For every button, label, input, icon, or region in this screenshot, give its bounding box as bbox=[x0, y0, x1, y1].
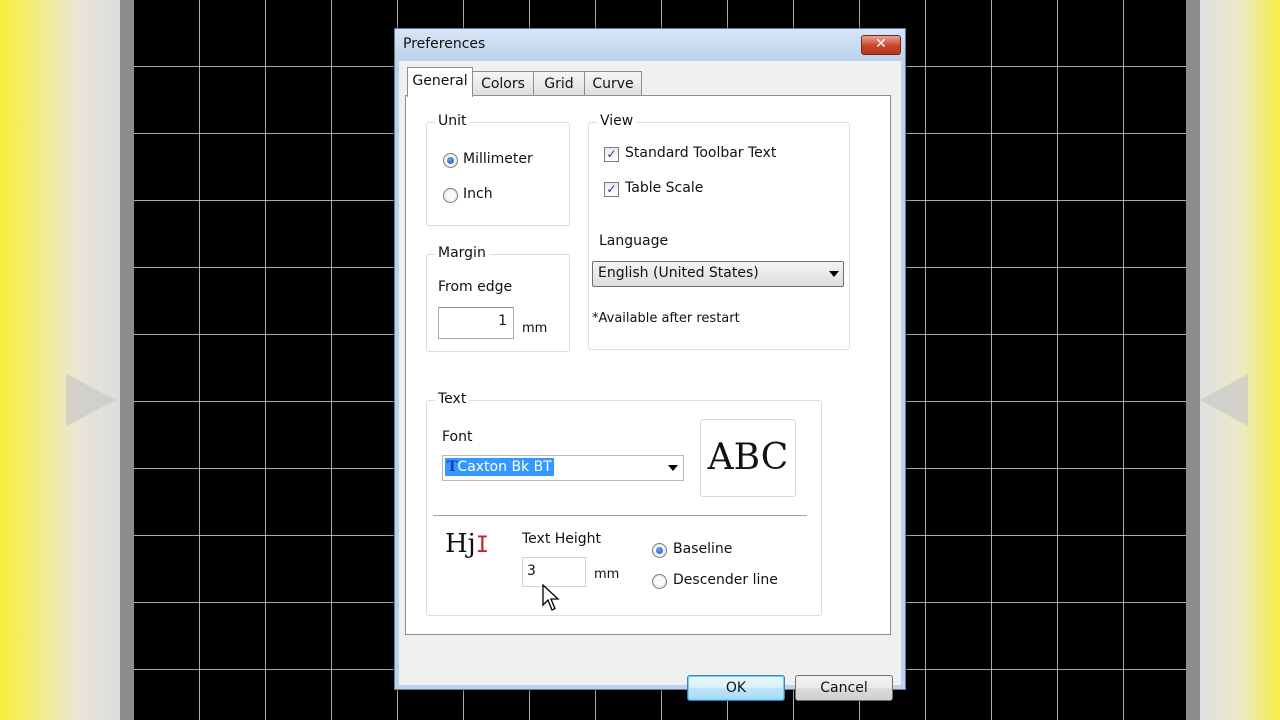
restart-note: *Available after restart bbox=[592, 311, 740, 326]
text-height-input[interactable]: 3 bbox=[522, 557, 586, 587]
left-background bbox=[0, 0, 120, 720]
text-height-label: Text Height bbox=[522, 531, 602, 547]
next-arrow-icon[interactable] bbox=[1200, 374, 1248, 426]
tab-colors[interactable]: Colors bbox=[472, 71, 534, 96]
dialog-client-area: General Colors Grid Curve Unit Millimete… bbox=[399, 61, 901, 701]
close-icon: ✕ bbox=[875, 36, 887, 52]
font-dropdown[interactable]: TCaxton Bk BT bbox=[442, 455, 684, 481]
cancel-button-label: Cancel bbox=[820, 680, 868, 696]
inch-radio[interactable] bbox=[443, 188, 458, 203]
millimeter-radio[interactable] bbox=[443, 153, 458, 168]
font-label: Font bbox=[442, 429, 473, 445]
margin-group-title: Margin bbox=[435, 245, 489, 261]
unit-group: Unit Millimeter Inch bbox=[426, 113, 570, 226]
font-preview-text: ABC bbox=[707, 437, 789, 478]
text-group-title: Text bbox=[435, 391, 470, 407]
text-height-unit: mm bbox=[594, 567, 620, 582]
tab-general-label: General bbox=[412, 73, 468, 89]
descender-line-radio[interactable] bbox=[652, 574, 667, 589]
text-separator bbox=[433, 515, 807, 517]
language-dropdown[interactable]: English (United States) bbox=[592, 261, 844, 287]
margin-unit-label: mm bbox=[522, 321, 548, 336]
font-dropdown-value: Caxton Bk BT bbox=[457, 459, 552, 475]
truetype-font-icon: T bbox=[447, 459, 458, 475]
descender-line-label: Descender line bbox=[673, 572, 778, 588]
margin-group: Margin From edge 1 mm bbox=[426, 245, 570, 352]
general-tab-panel: Unit Millimeter Inch Margin From edge 1 … bbox=[405, 95, 891, 635]
millimeter-label: Millimeter bbox=[463, 151, 533, 167]
ok-button-label: OK bbox=[725, 680, 747, 696]
margin-input-value: 1 bbox=[498, 313, 507, 329]
tab-grid-label: Grid bbox=[544, 76, 574, 92]
table-scale-label: Table Scale bbox=[625, 180, 704, 196]
unit-group-title: Unit bbox=[435, 113, 470, 129]
text-height-icon: HjI bbox=[445, 529, 489, 559]
dialog-titlebar[interactable]: Preferences ✕ bbox=[395, 29, 905, 61]
mouse-pointer-icon bbox=[542, 584, 560, 611]
chevron-down-icon bbox=[668, 465, 678, 471]
view-group-title: View bbox=[597, 113, 637, 129]
ok-button[interactable]: OK bbox=[687, 675, 785, 701]
close-button[interactable]: ✕ bbox=[861, 35, 901, 55]
cancel-button[interactable]: Cancel bbox=[795, 675, 893, 701]
right-background bbox=[1200, 0, 1280, 720]
tab-general[interactable]: General bbox=[407, 67, 473, 97]
language-label: Language bbox=[599, 233, 669, 249]
margin-input[interactable]: 1 bbox=[438, 307, 514, 339]
previous-arrow-icon[interactable] bbox=[66, 374, 116, 426]
tab-grid[interactable]: Grid bbox=[533, 71, 585, 96]
chevron-down-icon bbox=[829, 271, 839, 277]
from-edge-label: From edge bbox=[438, 279, 513, 295]
text-group: Text Font TCaxton Bk BT ABC HjI Text Hei… bbox=[426, 391, 822, 616]
dialog-title: Preferences bbox=[403, 36, 486, 52]
standard-toolbar-text-checkbox[interactable]: ✓ bbox=[604, 147, 619, 162]
text-height-value: 3 bbox=[527, 563, 536, 579]
language-dropdown-value: English (United States) bbox=[598, 265, 759, 281]
view-group: View ✓ Standard Toolbar Text ✓ Table Sca… bbox=[588, 113, 850, 350]
baseline-label: Baseline bbox=[673, 541, 733, 557]
font-preview: ABC bbox=[700, 419, 796, 497]
tab-curve-label: Curve bbox=[592, 76, 634, 92]
baseline-radio[interactable] bbox=[652, 543, 667, 558]
text-height-icon-text: Hj bbox=[445, 529, 476, 559]
inch-label: Inch bbox=[463, 186, 493, 202]
standard-toolbar-text-label: Standard Toolbar Text bbox=[625, 145, 777, 161]
tab-curve[interactable]: Curve bbox=[584, 71, 642, 96]
table-scale-checkbox[interactable]: ✓ bbox=[604, 182, 619, 197]
font-selection: TCaxton Bk BT bbox=[445, 458, 554, 476]
preferences-dialog: Preferences ✕ General Colors Grid Curve … bbox=[394, 28, 906, 701]
tab-colors-label: Colors bbox=[481, 76, 525, 92]
